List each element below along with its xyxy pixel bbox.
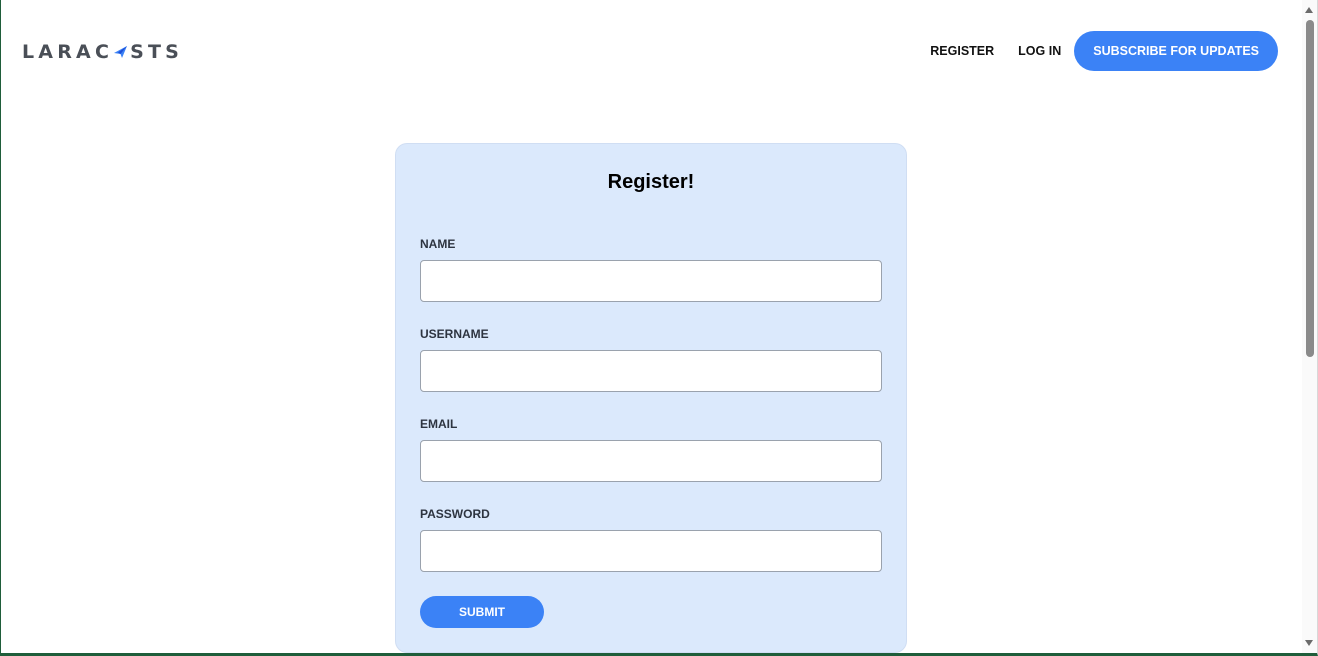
name-field-label: NAME (420, 237, 456, 251)
laracasts-logo[interactable]: LARAC STS (22, 40, 183, 64)
scrollbar-thumb[interactable] (1306, 20, 1314, 357)
username-input[interactable] (420, 350, 882, 392)
email-field-label: EMAIL (420, 417, 458, 431)
form-title: Register! (607, 171, 695, 193)
top-nav: REGISTER LOG IN SUBSCRIBE FOR UPDATES (906, 31, 1278, 71)
username-field-label: USERNAME (420, 327, 489, 341)
paper-plane-icon (113, 42, 128, 62)
password-input[interactable] (420, 530, 882, 572)
submit-button[interactable]: SUBMIT (420, 596, 544, 628)
register-form-card: Register! NAME USERNAME EMAIL PASSWORD S… (395, 143, 907, 653)
logo-text-end: STS (130, 41, 184, 63)
password-field-label: PASSWORD (420, 507, 490, 521)
name-input[interactable] (420, 260, 882, 302)
scroll-down-arrow-icon[interactable] (1305, 640, 1313, 646)
subscribe-button[interactable]: SUBSCRIBE FOR UPDATES (1074, 31, 1278, 71)
vertical-scrollbar[interactable] (1302, 0, 1317, 653)
email-input[interactable] (420, 440, 882, 482)
login-link[interactable]: LOG IN (1018, 44, 1061, 58)
register-link[interactable]: REGISTER (930, 44, 994, 58)
logo-text-start: LARAC (22, 41, 114, 63)
scroll-up-arrow-icon[interactable] (1305, 7, 1313, 13)
